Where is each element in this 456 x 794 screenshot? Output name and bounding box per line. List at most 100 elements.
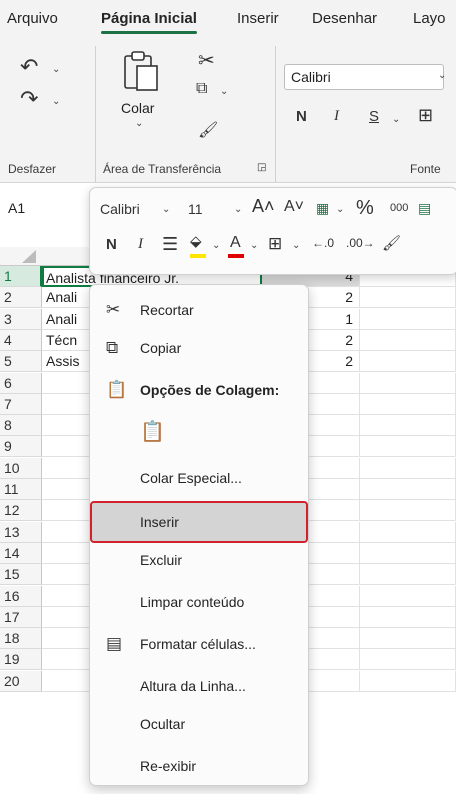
menu-unhide[interactable]: Re-exibir [90, 747, 306, 785]
decrease-decimal-icon[interactable]: .00→ [346, 236, 375, 250]
row-header[interactable]: 3 [0, 309, 42, 330]
row-header[interactable]: 10 [0, 458, 42, 479]
row-header[interactable]: 7 [0, 394, 42, 415]
cell-c[interactable] [360, 309, 456, 330]
menu-delete[interactable]: Excluir [90, 541, 306, 579]
thousands-separator-button[interactable]: 000 [390, 202, 408, 214]
cell-c[interactable] [360, 543, 456, 564]
cell-c[interactable] [360, 607, 456, 628]
shrink-font-icon[interactable]: A˅ [284, 198, 304, 216]
menu-paste-special[interactable]: Colar Especial... [90, 459, 306, 497]
copy-icon[interactable]: ⧉ [196, 80, 207, 98]
percent-style-button[interactable]: % [356, 197, 374, 220]
row-header[interactable]: 5 [0, 351, 42, 372]
menu-insert[interactable]: Inserir [90, 501, 308, 543]
row-header[interactable]: 9 [0, 436, 42, 457]
cell-c[interactable] [360, 671, 456, 692]
cell-c[interactable] [360, 287, 456, 308]
row-header[interactable]: 14 [0, 543, 42, 564]
redo-dropdown-icon[interactable]: ⌄ [52, 96, 60, 107]
mini-bold-button[interactable]: N [106, 236, 117, 253]
cell-c[interactable] [360, 479, 456, 500]
menu-paste-keep-source[interactable]: 📋 [132, 413, 192, 451]
tab-layout[interactable]: Layo [413, 10, 446, 27]
italic-button[interactable]: I [334, 108, 339, 125]
cell-styles-icon[interactable]: ▦ [316, 200, 329, 217]
row-header[interactable]: 18 [0, 628, 42, 649]
mini-size-dropdown-icon[interactable]: ⌄ [234, 204, 242, 215]
grow-font-icon[interactable]: A˄ [252, 196, 275, 217]
row-header[interactable]: 4 [0, 330, 42, 351]
number-format-icon[interactable]: ▤ [418, 200, 431, 217]
row-header[interactable]: 8 [0, 415, 42, 436]
cell-c[interactable] [360, 628, 456, 649]
mini-font-dropdown-icon[interactable]: ⌄ [162, 204, 170, 215]
borders-icon[interactable]: ⊞ [418, 105, 433, 126]
underline-dropdown-icon[interactable]: ⌄ [392, 114, 400, 125]
align-center-icon[interactable]: ☰ [162, 234, 178, 255]
tab-arquivo[interactable]: Arquivo [7, 10, 58, 27]
cell-c[interactable] [360, 373, 456, 394]
redo-icon[interactable]: ↷ [20, 86, 38, 112]
row-header[interactable]: 13 [0, 522, 42, 543]
mini-borders-dropdown-icon[interactable]: ⌄ [292, 240, 300, 251]
cell-c[interactable] [360, 436, 456, 457]
mini-font-size[interactable]: 11 [188, 201, 203, 217]
mini-borders-icon[interactable]: ⊞ [268, 234, 282, 254]
menu-clear-contents[interactable]: Limpar conteúdo [90, 583, 306, 621]
cell-c[interactable] [360, 500, 456, 521]
paste-icon: 📋 [140, 421, 165, 443]
cell-c[interactable] [360, 394, 456, 415]
cell-c[interactable] [360, 522, 456, 543]
mini-format-painter-icon[interactable]: 🖌 [382, 234, 401, 252]
menu-format-cells[interactable]: ▤ Formatar células... [90, 625, 306, 663]
undo-dropdown-icon[interactable]: ⌄ [52, 64, 60, 75]
fill-color-icon[interactable]: ⬙ [190, 232, 202, 250]
cell-c[interactable] [360, 351, 456, 372]
paste-button[interactable]: Colar ⌄ [115, 48, 167, 138]
font-name-dropdown-icon[interactable]: ⌄ [438, 70, 446, 81]
row-header[interactable]: 2 [0, 287, 42, 308]
mini-italic-button[interactable]: I [138, 236, 143, 253]
mini-font-name[interactable]: Calibri [100, 201, 140, 217]
copy-dropdown-icon[interactable]: ⌄ [220, 86, 228, 97]
font-name-box[interactable]: Calibri [284, 64, 444, 90]
font-color-dropdown-icon[interactable]: ⌄ [250, 240, 258, 251]
cell-c[interactable] [360, 330, 456, 351]
fill-color-dropdown-icon[interactable]: ⌄ [212, 240, 220, 251]
cell-c[interactable] [360, 415, 456, 436]
row-header[interactable]: 20 [0, 671, 42, 692]
underline-button[interactable]: S [369, 108, 379, 125]
increase-decimal-icon[interactable]: ←.0 [312, 236, 334, 250]
menu-copy[interactable]: ⧉ Copiar [90, 329, 306, 367]
menu-cut[interactable]: ✂ Recortar [90, 291, 306, 329]
menu-hide[interactable]: Ocultar [90, 705, 306, 743]
cut-icon: ✂ [106, 300, 121, 319]
cell-c[interactable] [360, 564, 456, 585]
name-box[interactable]: A1 [8, 200, 25, 216]
row-header[interactable]: 1 [0, 266, 42, 287]
cell-c[interactable] [360, 649, 456, 670]
tab-inserir[interactable]: Inserir [237, 10, 279, 27]
row-header[interactable]: 15 [0, 564, 42, 585]
select-all-icon[interactable] [22, 250, 36, 263]
row-header[interactable]: 17 [0, 607, 42, 628]
bold-button[interactable]: N [296, 108, 307, 125]
menu-row-height[interactable]: Altura da Linha... [90, 667, 306, 705]
undo-icon[interactable]: ↶ [20, 54, 38, 80]
font-color-icon[interactable]: A [230, 234, 241, 252]
cell-styles-dropdown-icon[interactable]: ⌄ [336, 204, 344, 215]
row-header[interactable]: 6 [0, 373, 42, 394]
menu-paste-options-header: 📋 Opções de Colagem: [90, 371, 306, 409]
row-header[interactable]: 16 [0, 586, 42, 607]
row-header[interactable]: 11 [0, 479, 42, 500]
tab-pagina-inicial[interactable]: Página Inicial [101, 10, 197, 34]
cell-c[interactable] [360, 458, 456, 479]
tab-desenhar[interactable]: Desenhar [312, 10, 377, 27]
cut-icon[interactable]: ✂ [198, 48, 215, 73]
clipboard-launcher-icon[interactable]: ◲ [257, 162, 266, 173]
row-header[interactable]: 19 [0, 649, 42, 670]
row-header[interactable]: 12 [0, 500, 42, 521]
cell-c[interactable] [360, 586, 456, 607]
format-painter-icon[interactable]: 🖌 [198, 120, 218, 140]
